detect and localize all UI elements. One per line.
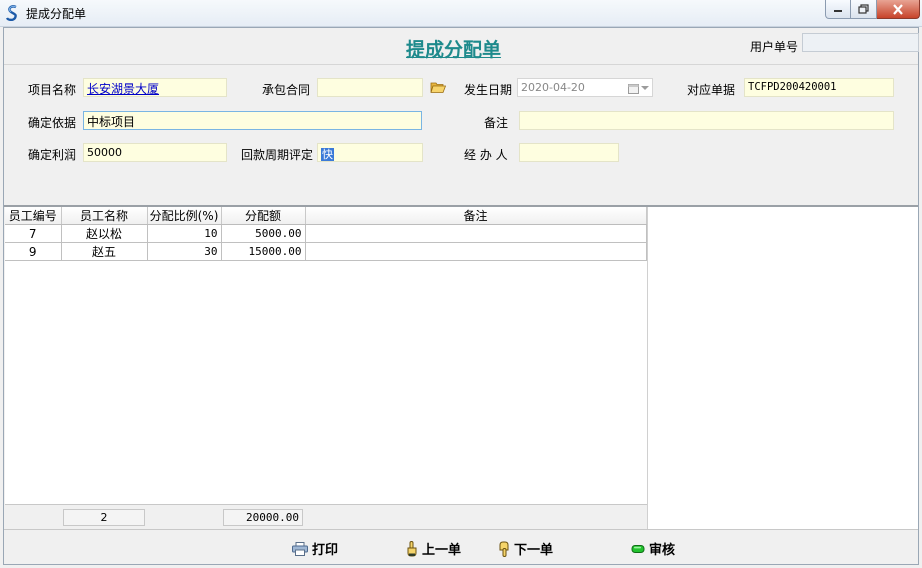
table-row[interactable]: 7 赵以松 10 5000.00 — [5, 224, 647, 243]
audit-button[interactable]: 审核 — [631, 539, 675, 558]
col-header-emp-no[interactable]: 员工编号 — [5, 207, 62, 225]
window-title: 提成分配单 — [26, 7, 87, 21]
handler-field[interactable] — [519, 143, 619, 162]
project-name-field[interactable]: 长安湖景大厦 — [83, 78, 227, 97]
calendar-icon — [627, 83, 639, 94]
remark-field[interactable] — [519, 111, 894, 130]
ref-doc-field[interactable]: TCFPD200420001 — [744, 78, 894, 97]
cell-emp-no[interactable]: 7 — [5, 224, 62, 243]
basis-label: 确定依据 — [28, 116, 77, 130]
cell-amount[interactable]: 15000.00 — [221, 242, 306, 261]
cell-ratio[interactable]: 30 — [147, 242, 222, 261]
col-header-ratio[interactable]: 分配比例(%) — [147, 207, 222, 225]
hand-down-icon — [499, 541, 509, 557]
next-record-label: 下一单 — [514, 543, 554, 558]
date-picker-button[interactable] — [622, 79, 654, 97]
col-header-emp-name[interactable]: 员工名称 — [61, 207, 148, 225]
close-button[interactable] — [877, 0, 920, 19]
cell-ratio[interactable]: 10 — [147, 224, 222, 243]
cell-amount[interactable]: 5000.00 — [221, 224, 306, 243]
cell-emp-no[interactable]: 9 — [5, 242, 62, 261]
next-record-button[interactable]: 下一单 — [498, 539, 553, 558]
prev-record-button[interactable]: 上一单 — [406, 539, 461, 558]
project-name-label: 项目名称 — [28, 83, 77, 97]
audit-label: 审核 — [649, 543, 676, 558]
basis-field[interactable]: 中标项目 — [83, 111, 422, 130]
remark-label: 备注 — [484, 116, 509, 130]
minimize-button[interactable] — [825, 0, 851, 19]
close-icon — [893, 3, 903, 15]
restore-button[interactable] — [851, 0, 877, 19]
user-no-field[interactable] — [802, 33, 919, 52]
payback-cycle-label: 回款周期评定 — [241, 148, 314, 162]
cell-remark[interactable] — [305, 224, 647, 243]
cell-remark[interactable] — [305, 242, 647, 261]
cell-emp-name[interactable]: 赵五 — [61, 242, 148, 261]
profit-label: 确定利润 — [28, 148, 77, 162]
bottom-toolbar: 打印 上一单 下一单 审核 — [4, 529, 918, 564]
col-header-remark[interactable]: 备注 — [305, 207, 647, 225]
print-label: 打印 — [312, 543, 339, 558]
allocation-table: 员工编号 员工名称 分配比例(%) 分配额 备注 7 赵以松 10 5000.0… — [5, 207, 647, 261]
summary-total: 20000.00 — [223, 509, 303, 526]
restore-icon — [858, 4, 869, 14]
prev-record-label: 上一单 — [422, 543, 462, 558]
chevron-down-icon — [640, 86, 649, 90]
summary-row: 2 20000.00 — [5, 504, 647, 529]
table-row[interactable]: 9 赵五 30 15000.00 — [5, 242, 647, 261]
user-no-label: 用户单号 — [750, 40, 799, 54]
header-separator — [4, 64, 918, 65]
print-button[interactable]: 打印 — [292, 539, 338, 558]
title-bar: 提成分配单 — [0, 0, 922, 27]
date-label: 发生日期 — [464, 83, 513, 97]
col-header-amount[interactable]: 分配额 — [221, 207, 306, 225]
payback-cycle-value: 快 — [321, 148, 334, 161]
summary-count: 2 — [63, 509, 145, 526]
hand-up-icon — [407, 540, 417, 556]
payback-cycle-field[interactable]: 快 — [317, 143, 423, 162]
cell-emp-name[interactable]: 赵以松 — [61, 224, 148, 243]
contract-label: 承包合同 — [262, 83, 311, 97]
allocation-grid: 员工编号 员工名称 分配比例(%) 分配额 备注 7 赵以松 10 5000.0… — [5, 207, 647, 504]
handler-label: 经 办 人 — [464, 148, 508, 162]
app-icon — [5, 5, 17, 21]
minimize-icon — [834, 10, 842, 12]
profit-field[interactable]: 50000 — [83, 143, 227, 162]
form-title: 提成分配单 — [406, 39, 502, 61]
printer-icon — [292, 541, 308, 556]
side-panel — [647, 207, 918, 529]
ref-doc-label: 对应单据 — [687, 83, 736, 97]
contract-field[interactable] — [317, 78, 423, 97]
status-indicator-icon — [631, 544, 645, 553]
folder-open-icon[interactable] — [430, 81, 446, 94]
form-frame: 提成分配单 用户单号 项目名称 长安湖景大厦 承包合同 发生日期 2020-04… — [3, 27, 919, 565]
